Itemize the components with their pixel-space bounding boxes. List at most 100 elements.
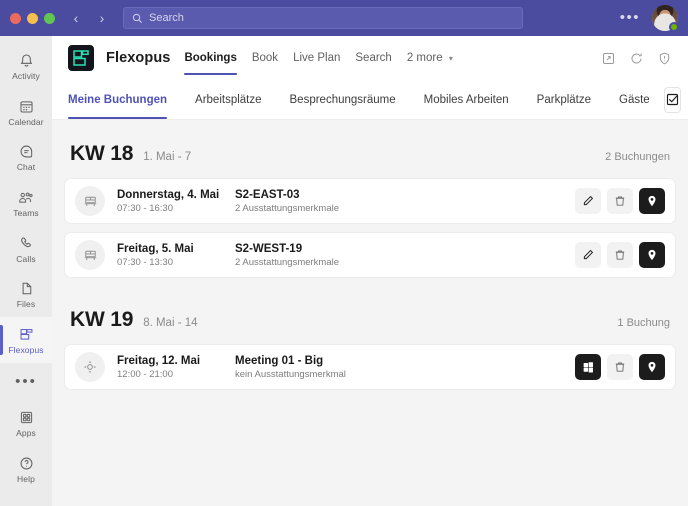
- sidebar-item-label: Calls: [16, 253, 36, 264]
- tab-arbeitsplaetze[interactable]: Arbeitsplätze: [181, 80, 275, 119]
- week-number: KW 19: [70, 308, 134, 331]
- edit-booking-button[interactable]: [575, 242, 601, 268]
- sidebar-item-apps[interactable]: Apps: [0, 401, 52, 447]
- flexopus-icon: [18, 326, 35, 343]
- booking-resource: S2-EAST-03: [235, 188, 300, 201]
- table-row[interactable]: Freitag, 5. Mai 07:30 - 13:30 S2-WEST-19…: [64, 232, 676, 278]
- page-title: Flexopus: [106, 50, 171, 66]
- close-window-button[interactable]: [10, 12, 21, 24]
- show-location-button[interactable]: [639, 242, 665, 268]
- bell-icon: [18, 52, 35, 69]
- teams-window: ‹ › Search ••• Activity Calendar Chat Te…: [0, 0, 688, 506]
- status-badge: [669, 22, 679, 32]
- table-row[interactable]: Freitag, 12. Mai 12:00 - 21:00 Meeting 0…: [64, 344, 676, 390]
- window-body: Activity Calendar Chat Teams Calls Files…: [0, 36, 688, 506]
- tab-label: Live Plan: [293, 52, 341, 64]
- sidebar-item-activity[interactable]: Activity: [0, 44, 52, 90]
- sidebar-item-label: Calendar: [8, 116, 44, 127]
- sidebar-item-label: Help: [17, 473, 35, 484]
- search-placeholder: Search: [149, 12, 184, 24]
- windows-logo-icon: [581, 360, 595, 374]
- open-in-new-window-icon[interactable]: [601, 51, 616, 66]
- week-header: KW 19 8. Mai - 14 1 Buchung: [64, 286, 676, 344]
- chat-icon: [18, 143, 35, 160]
- search-input[interactable]: Search: [123, 7, 523, 29]
- tab-label: Search: [355, 52, 392, 64]
- tab-live-plan[interactable]: Live Plan: [293, 48, 340, 68]
- sidebar-more-button[interactable]: •••: [15, 363, 37, 401]
- tab-mobiles-arbeiten[interactable]: Mobiles Arbeiten: [410, 80, 523, 119]
- refresh-icon[interactable]: [629, 51, 644, 66]
- phone-icon: [18, 235, 35, 252]
- flexopus-logo-icon: [68, 45, 94, 71]
- sidebar-item-label: Teams: [13, 207, 39, 218]
- booking-time: 07:30 - 13:30: [117, 256, 173, 268]
- open-in-teams-button[interactable]: [575, 354, 601, 380]
- tab-meine-buchungen[interactable]: Meine Buchungen: [68, 80, 181, 119]
- nav-tab-label: Mobiles Arbeiten: [423, 93, 509, 106]
- booking-time: 07:30 - 16:30: [117, 202, 173, 214]
- sidebar-item-calendar[interactable]: Calendar: [0, 90, 52, 136]
- edit-booking-button[interactable]: [575, 188, 601, 214]
- avatar[interactable]: [652, 5, 679, 32]
- pencil-icon: [581, 248, 595, 262]
- nav-tab-label: Meine Buchungen: [68, 93, 168, 106]
- more-options-button[interactable]: •••: [620, 10, 640, 25]
- sidebar-item-teams[interactable]: Teams: [0, 181, 52, 227]
- booking-datetime: Donnerstag, 4. Mai 07:30 - 16:30: [117, 189, 235, 214]
- sidebar-item-flexopus[interactable]: Flexopus: [0, 317, 52, 363]
- sidebar-item-help[interactable]: Help: [0, 446, 52, 492]
- sidebar-item-label: Activity: [12, 71, 40, 82]
- sidebar-item-label: Files: [16, 299, 36, 310]
- week-number: KW 18: [70, 142, 134, 165]
- search-container: Search: [123, 7, 523, 29]
- sidebar-item-calls[interactable]: Calls: [0, 226, 52, 272]
- forward-icon[interactable]: ›: [95, 11, 109, 25]
- question-circle-icon: [18, 455, 35, 472]
- week-header: KW 18 1. Mai - 7 2 Buchungen: [64, 120, 676, 178]
- booking-resource: Meeting 01 - Big: [235, 354, 324, 367]
- trash-icon: [613, 248, 627, 262]
- tab-book[interactable]: Book: [252, 48, 278, 68]
- booking-features: kein Ausstattungsmerkmal: [235, 368, 346, 380]
- tab-parkplaetze[interactable]: Parkplätze: [523, 80, 605, 119]
- booking-day: Freitag, 12. Mai: [117, 354, 201, 367]
- location-pin-icon: [645, 248, 659, 262]
- history-nav: ‹ ›: [69, 11, 109, 25]
- location-pin-icon: [645, 194, 659, 208]
- week-range: 1. Mai - 7: [143, 151, 192, 163]
- app-tab-strip: Bookings Book Live Plan Search 2 more ▾: [184, 48, 453, 75]
- bookings-list[interactable]: KW 18 1. Mai - 7 2 Buchungen Donnerstag,…: [52, 120, 688, 506]
- show-location-button[interactable]: [639, 354, 665, 380]
- back-icon[interactable]: ‹: [69, 11, 83, 25]
- sidebar-item-chat[interactable]: Chat: [0, 135, 52, 181]
- minimize-window-button[interactable]: [27, 12, 38, 24]
- tab-besprechungsraeume[interactable]: Besprechungsräume: [276, 80, 410, 119]
- apps-grid-icon: [18, 409, 35, 426]
- booking-features: 2 Ausstattungsmerkmale: [235, 202, 340, 214]
- week-booking-count: 1 Buchung: [617, 317, 670, 329]
- tab-gaeste[interactable]: Gäste: [605, 80, 664, 119]
- location-pin-icon: [645, 360, 659, 374]
- app-header-actions: [601, 51, 672, 66]
- select-mode-button[interactable]: [663, 86, 681, 113]
- pencil-icon: [581, 194, 595, 208]
- delete-booking-button[interactable]: [607, 188, 633, 214]
- maximize-window-button[interactable]: [44, 12, 55, 24]
- show-location-button[interactable]: [639, 188, 665, 214]
- trash-icon: [613, 194, 627, 208]
- title-bar: ‹ › Search •••: [0, 0, 688, 36]
- meeting-room-icon: [75, 352, 105, 382]
- table-row[interactable]: Donnerstag, 4. Mai 07:30 - 16:30 S2-EAST…: [64, 178, 676, 224]
- desk-icon: [75, 240, 105, 270]
- sidebar-item-files[interactable]: Files: [0, 272, 52, 318]
- booking-day: Freitag, 5. Mai: [117, 242, 194, 255]
- booking-resource-info: Meeting 01 - Big kein Ausstattungsmerkma…: [235, 355, 575, 380]
- shield-icon[interactable]: [657, 51, 672, 66]
- delete-booking-button[interactable]: [607, 242, 633, 268]
- booking-datetime: Freitag, 5. Mai 07:30 - 13:30: [117, 243, 235, 268]
- delete-booking-button[interactable]: [607, 354, 633, 380]
- tab-search[interactable]: Search: [355, 48, 391, 68]
- tab-bookings[interactable]: Bookings: [184, 48, 238, 75]
- tab-more-dropdown[interactable]: 2 more ▾: [407, 48, 453, 68]
